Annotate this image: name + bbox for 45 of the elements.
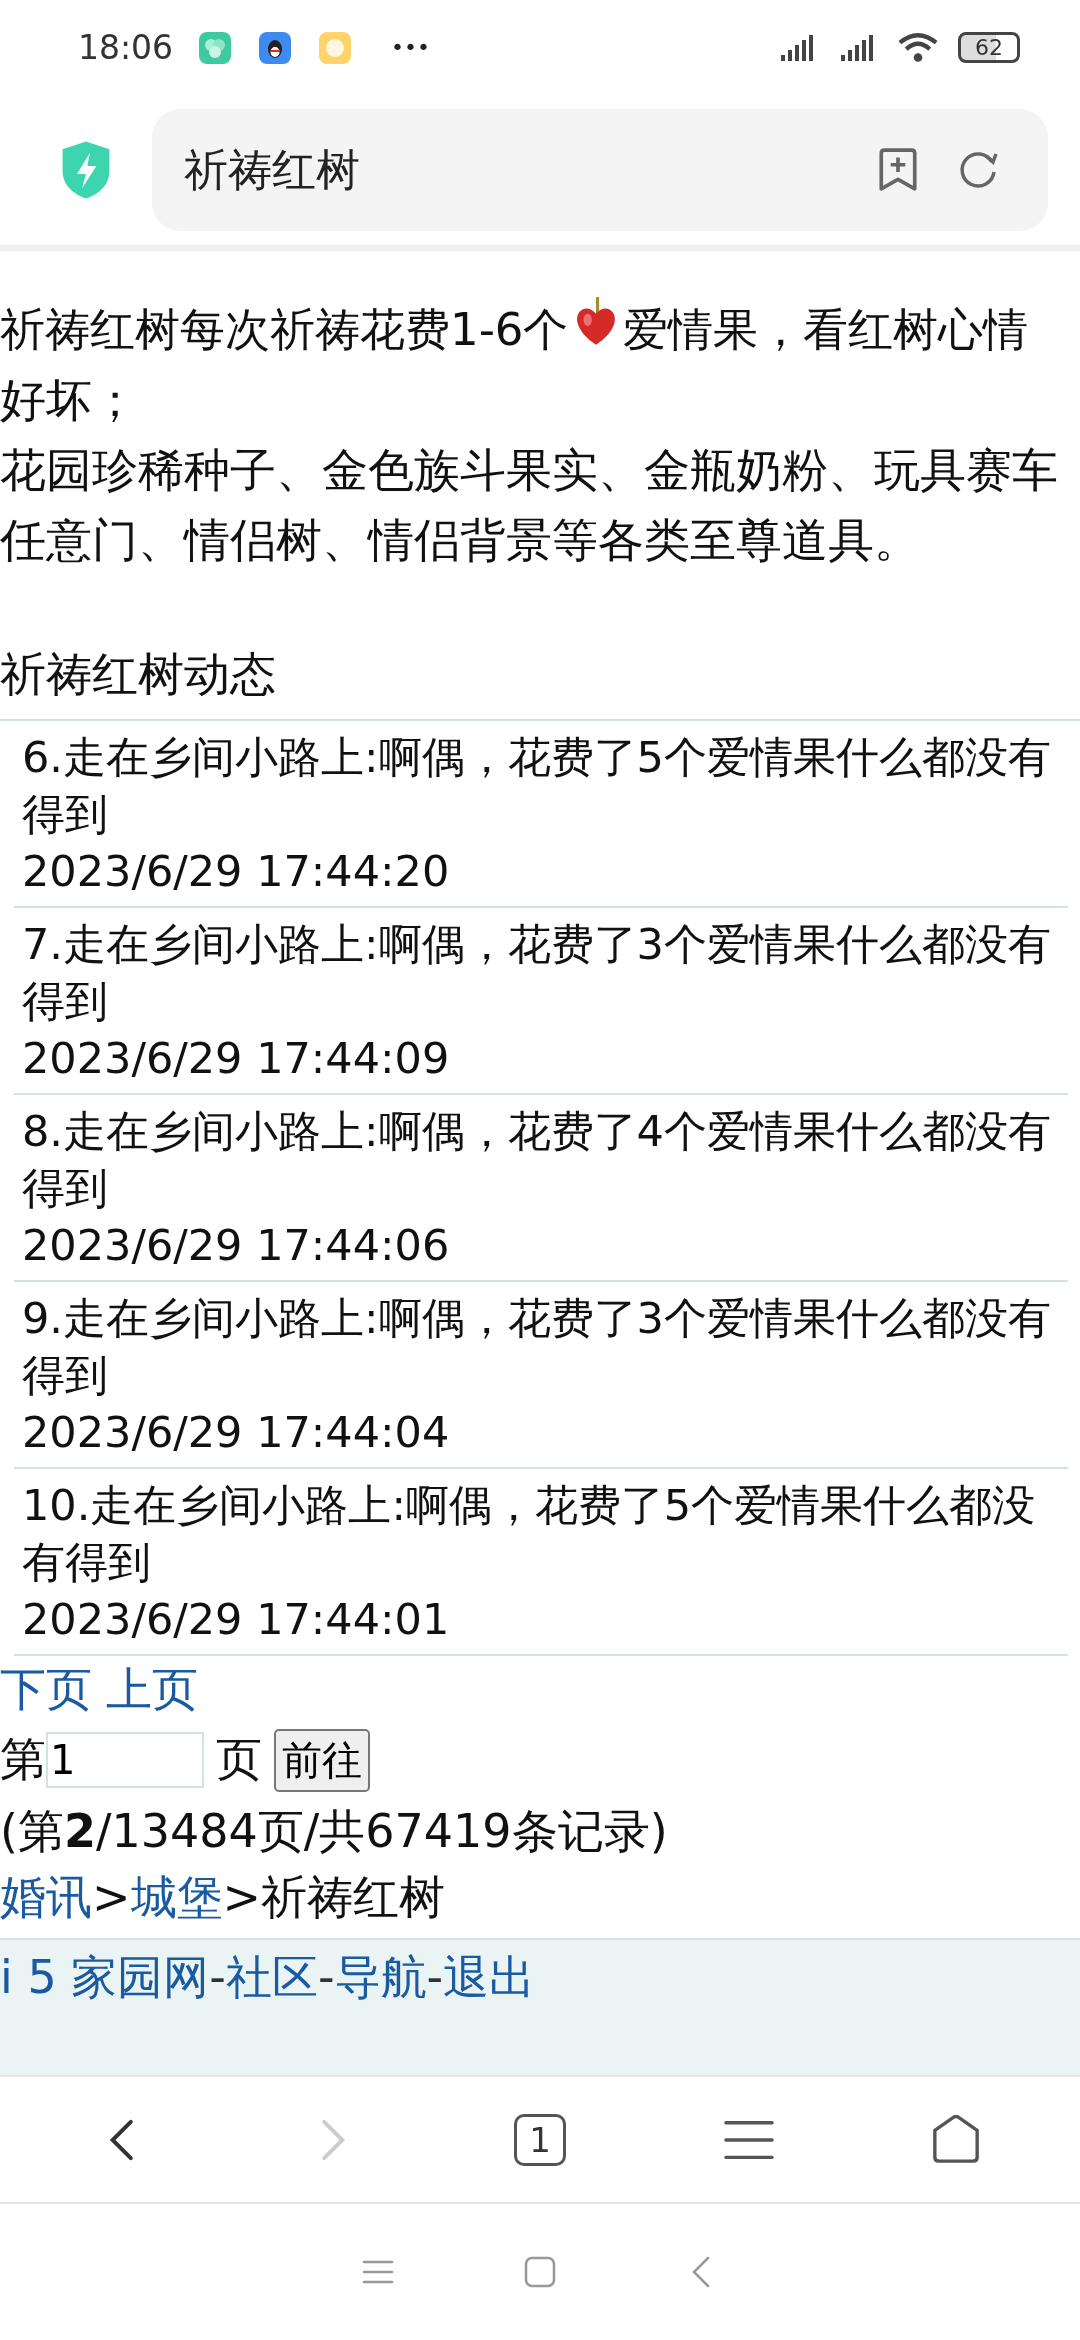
record-text: 8.走在乡间小路上:啊偶，花费了4个爱情果什么都没有得到 (22, 1105, 1052, 1215)
status-time: 18:06 (78, 28, 174, 67)
app-notification-icon (199, 31, 232, 64)
breadcrumb-separator: > (222, 1870, 262, 1924)
home-icon[interactable] (931, 2114, 982, 2165)
page-label: 页 (216, 1731, 262, 1788)
record-time: 2023/6/29 17:44:01 (22, 1593, 451, 1646)
record-text: 10.走在乡间小路上:啊偶，花费了5个爱情果什么都没有得到 (22, 1479, 1037, 1589)
record-text: 9.走在乡间小路上:啊偶，花费了3个爱情果什么都没有得到 (22, 1292, 1052, 1402)
more-notifications: ••• (391, 35, 431, 60)
breadcrumb-current: 祈祷红树 (261, 1870, 446, 1924)
record-time: 2023/6/29 17:44:09 (22, 1032, 451, 1085)
footer-link[interactable]: 退出 (443, 1950, 536, 2004)
page-label: 第 (0, 1731, 46, 1788)
footer-link[interactable]: i 5 家园网 (0, 1950, 210, 2004)
record-time: 2023/6/29 17:44:04 (22, 1406, 451, 1459)
footer-separator: - (209, 1950, 226, 2004)
wifi-icon (896, 31, 940, 64)
message-notification-icon (319, 31, 352, 64)
section-title: 祈祷红树动态 (0, 646, 277, 703)
go-button[interactable]: 前往 (274, 1728, 370, 1792)
breadcrumb-link[interactable]: 城堡 (130, 1870, 223, 1924)
footer-link[interactable]: 社区 (225, 1950, 318, 2004)
address-bar[interactable]: 祈祷红树 (152, 109, 1048, 231)
breadcrumb-link[interactable]: 婚讯 (0, 1870, 92, 1924)
record-text: 6.走在乡间小路上:啊偶，花费了5个爱情果什么都没有得到 (22, 731, 1052, 841)
breadcrumb-separator: > (92, 1870, 131, 1924)
page-link[interactable]: 上页 (106, 1656, 198, 1722)
intro-text: 花园珍稀种子、金色族斗果实、金瓶奶粉、玩具赛车任意门、情侣树、情侣背景等各类至尊道具。 (0, 442, 1059, 569)
battery-indicator: 62 (958, 32, 1020, 63)
record-time: 2023/6/29 17:44:06 (22, 1219, 451, 1272)
tabs-button[interactable]: 1 (514, 2113, 566, 2166)
page-link[interactable]: 下页 (0, 1656, 92, 1722)
bookmark-add-icon[interactable] (876, 147, 920, 193)
intro-text: 好坏； (0, 372, 139, 429)
penguin-notification-icon (259, 31, 292, 64)
page-input[interactable]: 1 (46, 1732, 204, 1788)
intro-text: 祈祷红树每次祈祷花费1-6个 (0, 303, 569, 356)
intro-text: 爱情果，看红树心情 (622, 303, 1028, 356)
page-summary: (第2/13484页/共67419条记录) (0, 1803, 669, 1860)
record-text: 7.走在乡间小路上:啊偶，花费了3个爱情果什么都没有得到 (22, 918, 1052, 1028)
footer-link[interactable]: 导航 (334, 1950, 427, 2004)
footer-separator: - (317, 1950, 335, 2004)
footer-separator: - (426, 1950, 444, 2004)
record-time: 2023/6/29 17:44:20 (22, 845, 451, 898)
